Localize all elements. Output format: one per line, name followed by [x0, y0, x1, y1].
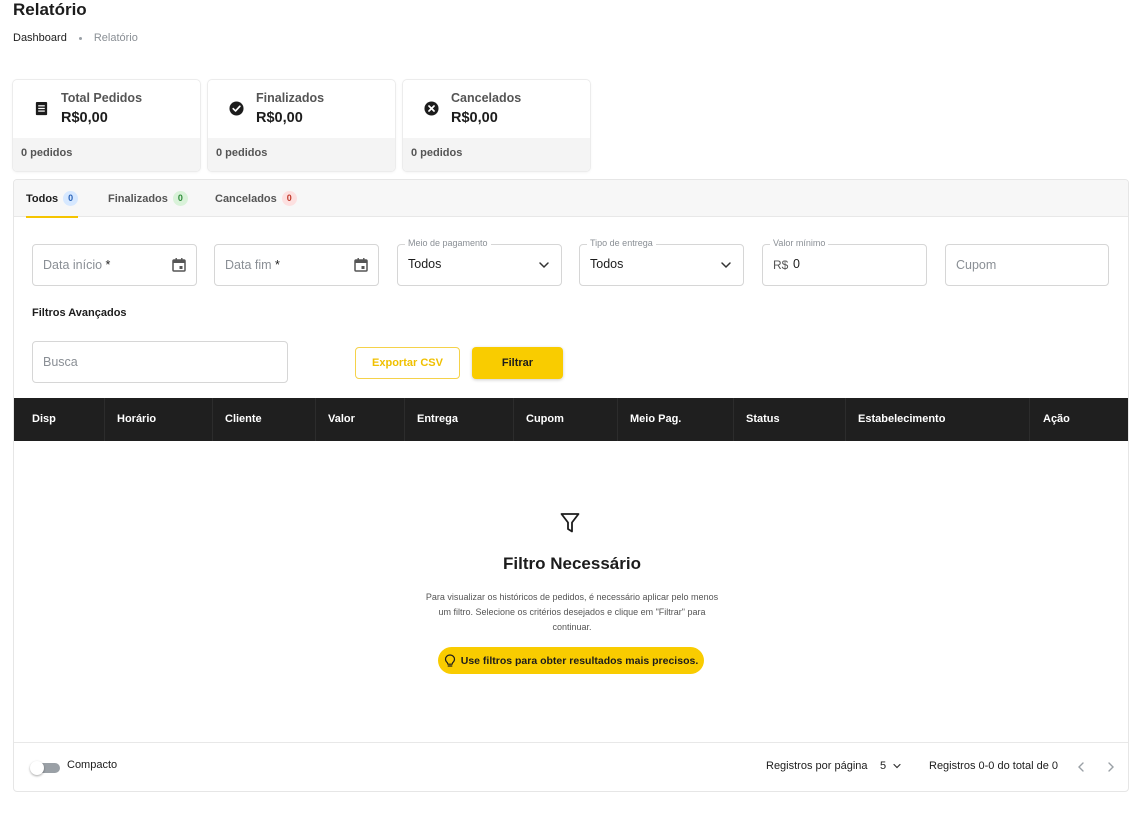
stat-card-cancelled: Cancelados R$0,00 0 pedidos [403, 80, 590, 171]
stat-count: 0 pedidos [403, 138, 590, 171]
payment-method-value: Todos [408, 257, 442, 271]
tab-label: Todos [26, 192, 59, 205]
stat-label: Finalizados [256, 91, 325, 105]
tab-bar: Todos 0 Finalizados 0 Cancelados 0 [14, 180, 1128, 218]
filter-icon [560, 513, 580, 533]
stat-count: 0 pedidos [13, 138, 200, 171]
column-header-horario[interactable]: Horário [117, 398, 156, 441]
coupon-placeholder: Cupom [956, 258, 997, 272]
stat-card-total: Total Pedidos R$0,00 0 pedidos [13, 80, 200, 171]
column-separator [1029, 398, 1030, 441]
column-header-valor[interactable]: Valor [328, 398, 355, 441]
stat-value: R$0,00 [256, 110, 303, 126]
min-value-input[interactable]: 0 [793, 257, 800, 271]
calendar-icon[interactable] [171, 257, 187, 273]
column-header-cliente[interactable]: Cliente [225, 398, 262, 441]
min-value-label: Valor mínimo [770, 238, 829, 248]
search-placeholder: Busca [43, 355, 78, 369]
start-date-placeholder: Data início * [43, 258, 111, 272]
column-separator [617, 398, 618, 441]
stat-value: R$0,00 [451, 110, 498, 126]
tab-count-badge: 0 [63, 191, 79, 206]
stat-count: 0 pedidos [208, 138, 395, 171]
receipt-icon [35, 101, 48, 116]
delivery-type-label: Tipo de entrega [587, 238, 656, 248]
payment-method-select[interactable]: Meio de pagamento Todos [397, 238, 562, 286]
tab-count-badge: 0 [172, 191, 188, 206]
tab-finalizados[interactable]: Finalizados 0 [108, 180, 188, 217]
advanced-filters-title: Filtros Avançados [32, 307, 127, 319]
min-value-field[interactable]: Valor mínimo R$ 0 [762, 238, 927, 286]
stat-card-finalized: Finalizados R$0,00 0 pedidos [208, 80, 395, 171]
column-separator [404, 398, 405, 441]
breadcrumb: Dashboard Relatório [13, 32, 138, 44]
page: Relatório Dashboard Relatório Total Pedi… [0, 0, 1141, 813]
column-header-cupom[interactable]: Cupom [526, 398, 564, 441]
records-range-label: Registros 0-0 do total de 0 [929, 760, 1059, 772]
chevron-down-icon [539, 262, 549, 269]
compact-toggle[interactable] [30, 761, 60, 775]
delivery-type-select[interactable]: Tipo de entrega Todos [579, 238, 744, 286]
end-date-field[interactable]: Data fim * [214, 244, 379, 286]
hint-text: Use filtros para obter resultados mais p… [460, 654, 699, 667]
column-separator [104, 398, 105, 441]
chevron-down-icon [721, 262, 731, 269]
tab-count-badge: 0 [281, 191, 297, 206]
tab-label: Cancelados [215, 192, 277, 205]
chevron-down-icon [893, 763, 901, 769]
compact-label: Compacto [67, 759, 118, 771]
orders-panel: Todos 0 Finalizados 0 Cancelados 0 Data … [13, 179, 1129, 792]
empty-state-title: Filtro Necessário [503, 554, 641, 573]
column-header-estabelecimento[interactable]: Estabelecimento [858, 398, 945, 441]
column-header-entrega[interactable]: Entrega [417, 398, 458, 441]
rows-per-page-select[interactable]: 5 [880, 760, 902, 772]
currency-prefix: R$ [773, 258, 789, 272]
tab-label: Finalizados [108, 192, 168, 205]
delivery-type-value: Todos [590, 257, 624, 271]
page-title: Relatório [13, 0, 87, 19]
empty-state-description: Para visualizar os históricos de pedidos… [425, 592, 719, 632]
end-date-placeholder: Data fim * [225, 258, 280, 272]
breadcrumb-separator [78, 36, 82, 40]
coupon-field[interactable]: Cupom [945, 244, 1109, 286]
column-header-acao[interactable]: Ação [1043, 398, 1070, 441]
column-separator [315, 398, 316, 441]
column-header-status[interactable]: Status [746, 398, 780, 441]
table-header: Disp Horário Cliente Valor Entrega Cupom… [14, 398, 1128, 441]
cancel-circle-icon [424, 101, 439, 116]
toggle-knob [30, 761, 44, 775]
search-input[interactable]: Busca [32, 341, 288, 383]
breadcrumb-current: Relatório [93, 32, 138, 44]
column-header-disp[interactable]: Disp [32, 398, 56, 441]
column-separator [845, 398, 846, 441]
rows-per-page-label: Registros por página [766, 760, 868, 772]
column-header-meio-pag[interactable]: Meio Pag. [630, 398, 681, 441]
rows-per-page-value: 5 [880, 760, 887, 772]
column-separator [212, 398, 213, 441]
lightbulb-icon [444, 653, 455, 667]
check-circle-icon [229, 101, 244, 116]
payment-method-label: Meio de pagamento [405, 238, 491, 248]
chevron-right-icon[interactable] [1104, 759, 1118, 775]
chevron-left-icon[interactable] [1074, 759, 1088, 775]
table-footer: Compacto Registros por página 5 Registro… [14, 742, 1128, 791]
filter-button[interactable]: Filtrar [472, 347, 563, 379]
stat-label: Total Pedidos [61, 91, 143, 105]
export-csv-button[interactable]: Exportar CSV [355, 347, 460, 379]
breadcrumb-dashboard[interactable]: Dashboard [13, 32, 67, 44]
column-separator [733, 398, 734, 441]
column-separator [513, 398, 514, 441]
tab-cancelados[interactable]: Cancelados 0 [215, 180, 297, 217]
filter-hint-pill: Use filtros para obter resultados mais p… [438, 647, 704, 674]
tab-todos[interactable]: Todos 0 [26, 180, 79, 218]
calendar-icon[interactable] [353, 257, 369, 273]
stat-value: R$0,00 [61, 110, 108, 126]
stat-label: Cancelados [451, 91, 522, 105]
start-date-field[interactable]: Data início * [32, 244, 197, 286]
